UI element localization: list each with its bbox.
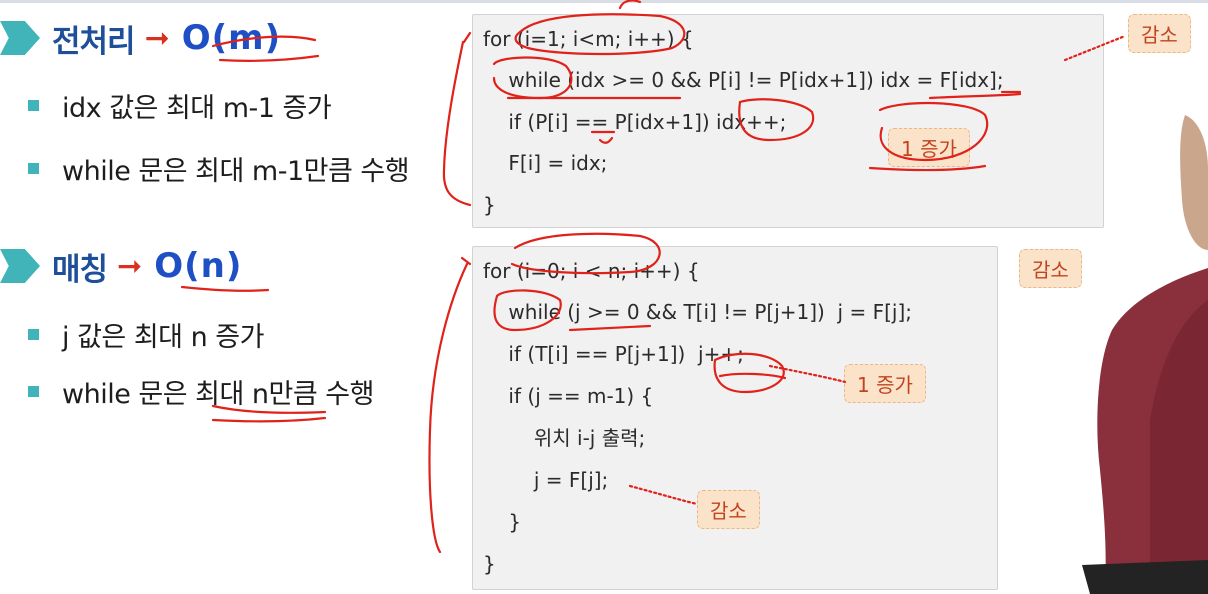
presenter-video bbox=[1082, 115, 1208, 594]
